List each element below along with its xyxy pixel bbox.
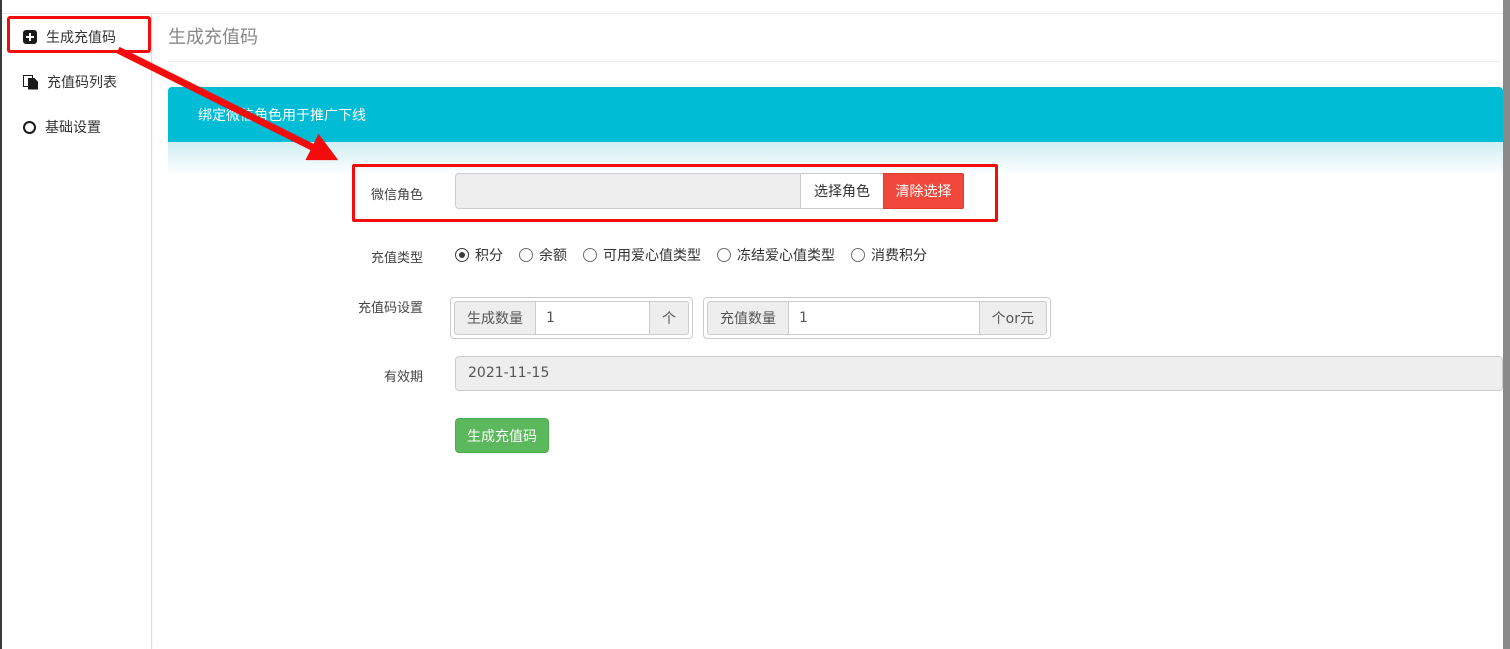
radio-label: 冻结爱心值类型 bbox=[737, 245, 835, 265]
radio-icon bbox=[455, 248, 469, 262]
generate-quantity-suffix: 个 bbox=[649, 301, 689, 335]
circle-outline-icon bbox=[23, 121, 36, 134]
vertical-scrollbar[interactable] bbox=[1503, 0, 1510, 649]
sidebar: 生成充值码 充值码列表 基础设置 bbox=[2, 14, 152, 649]
radio-icon bbox=[851, 248, 865, 262]
page-title: 生成充值码 bbox=[168, 23, 258, 49]
recharge-quantity-prefix: 充值数量 bbox=[707, 301, 789, 335]
info-banner: 绑定微信角色用于推广下线 bbox=[168, 87, 1503, 142]
generate-quantity-input[interactable] bbox=[535, 301, 650, 335]
radio-icon bbox=[717, 248, 731, 262]
generate-code-button[interactable]: 生成充值码 bbox=[455, 418, 549, 453]
info-banner-text: 绑定微信角色用于推广下线 bbox=[198, 105, 366, 125]
banner-fade bbox=[168, 142, 1503, 176]
radio-frozen-love-value[interactable]: 冻结爱心值类型 bbox=[717, 245, 835, 265]
recharge-type-radio-group: 积分 余额 可用爱心值类型 冻结爱心值类型 消费积分 bbox=[455, 245, 943, 265]
wechat-role-label: 微信角色 bbox=[313, 184, 423, 203]
radio-icon bbox=[519, 248, 533, 262]
radio-label: 余额 bbox=[539, 245, 567, 265]
sidebar-item-label: 生成充值码 bbox=[46, 27, 116, 47]
generate-quantity-prefix: 生成数量 bbox=[454, 301, 536, 335]
app-page: 生成充值码 充值码列表 基础设置 生成充值码 绑定微信角色用于推广下线 微信角色… bbox=[0, 0, 1510, 649]
select-role-button[interactable]: 选择角色 bbox=[800, 173, 884, 209]
plus-square-icon bbox=[23, 30, 37, 44]
radio-balance[interactable]: 余额 bbox=[519, 245, 567, 265]
title-divider bbox=[168, 61, 1501, 62]
radio-icon bbox=[583, 248, 597, 262]
validity-label: 有效期 bbox=[313, 366, 423, 385]
code-settings-label: 充值码设置 bbox=[313, 297, 423, 316]
sidebar-item-label: 基础设置 bbox=[45, 117, 101, 137]
radio-label: 消费积分 bbox=[871, 245, 927, 265]
copy-icon bbox=[23, 75, 38, 90]
clear-selection-button[interactable]: 清除选择 bbox=[883, 173, 964, 209]
sidebar-item-generate-code[interactable]: 生成充值码 bbox=[2, 20, 152, 54]
recharge-type-label: 充值类型 bbox=[313, 247, 423, 266]
validity-date-input[interactable]: 2021-11-15 bbox=[455, 356, 1503, 391]
recharge-quantity-input[interactable] bbox=[788, 301, 980, 335]
recharge-quantity-group: 充值数量 个or元 bbox=[703, 297, 1051, 339]
main-content: 生成充值码 绑定微信角色用于推广下线 微信角色 选择角色 清除选择 充值类型 积… bbox=[153, 14, 1503, 649]
radio-label: 可用爱心值类型 bbox=[603, 245, 701, 265]
sidebar-item-basic-settings[interactable]: 基础设置 bbox=[2, 110, 152, 144]
recharge-quantity-suffix: 个or元 bbox=[979, 301, 1047, 335]
generate-quantity-group: 生成数量 个 bbox=[450, 297, 693, 339]
radio-label: 积分 bbox=[475, 245, 503, 265]
radio-points[interactable]: 积分 bbox=[455, 245, 503, 265]
sidebar-item-code-list[interactable]: 充值码列表 bbox=[2, 65, 152, 99]
wechat-role-input[interactable] bbox=[455, 173, 801, 209]
radio-consumption-points[interactable]: 消费积分 bbox=[851, 245, 927, 265]
radio-available-love-value[interactable]: 可用爱心值类型 bbox=[583, 245, 701, 265]
sidebar-item-label: 充值码列表 bbox=[47, 72, 117, 92]
